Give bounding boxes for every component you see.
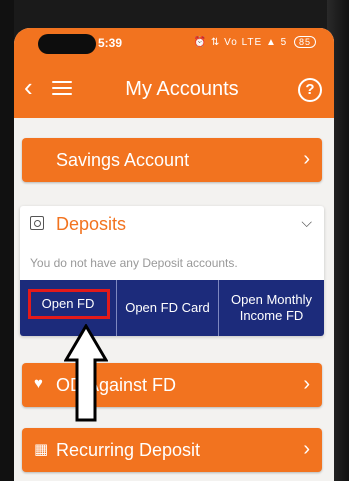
status-bar: 5:39 ⏰ ⇅ Vo LTE ▲ 5 85 [14, 28, 334, 60]
status-time: 5:39 [98, 36, 123, 50]
status-icon-group: ⏰ ⇅ Vo LTE ▲ 5 [193, 37, 288, 48]
recurring-deposit-label: Recurring Deposit [56, 440, 201, 460]
recurring-deposit-card[interactable]: ▦ Recurring Deposit › [22, 428, 322, 472]
chevron-right-icon: › [303, 148, 310, 170]
calendar-coins-icon: ▦ [34, 441, 49, 458]
phone-bezel-left [0, 0, 14, 481]
open-monthly-income-fd-label: Open Monthly Income FD [231, 292, 312, 323]
od-icon: ♥ [34, 375, 43, 392]
open-fd-label: Open FD [41, 296, 95, 311]
chevron-down-icon[interactable]: ⌵ [301, 214, 312, 231]
open-monthly-income-fd-button[interactable]: Open Monthly Income FD [218, 280, 324, 336]
up-arrow-icon [64, 324, 108, 422]
help-icon[interactable]: ? [298, 78, 322, 102]
open-fd-card-button[interactable]: Open FD Card [116, 280, 218, 336]
chevron-right-icon: › [303, 373, 310, 395]
app-bar: ‹ My Accounts ? [14, 60, 334, 118]
deposits-title: Deposits [56, 214, 127, 234]
page-title: My Accounts [125, 78, 239, 100]
phone-screen: 5:39 ⏰ ⇅ Vo LTE ▲ 5 85 ‹ My Accounts ? S… [14, 28, 334, 481]
camera-cutout [38, 34, 96, 54]
battery-icon: 85 [293, 36, 316, 48]
savings-account-label: Savings Account [56, 150, 190, 170]
status-icons: ⏰ ⇅ Vo LTE ▲ 5 85 [194, 36, 316, 48]
deposits-card: Deposits ⌵ You do not have any Deposit a… [20, 206, 324, 336]
open-fd-card-label: Open FD Card [125, 300, 210, 315]
vault-icon [30, 216, 44, 230]
deposits-empty-message: You do not have any Deposit accounts. [30, 256, 238, 270]
savings-account-card[interactable]: Savings Account › [22, 138, 322, 182]
chevron-right-icon: › [303, 438, 310, 460]
